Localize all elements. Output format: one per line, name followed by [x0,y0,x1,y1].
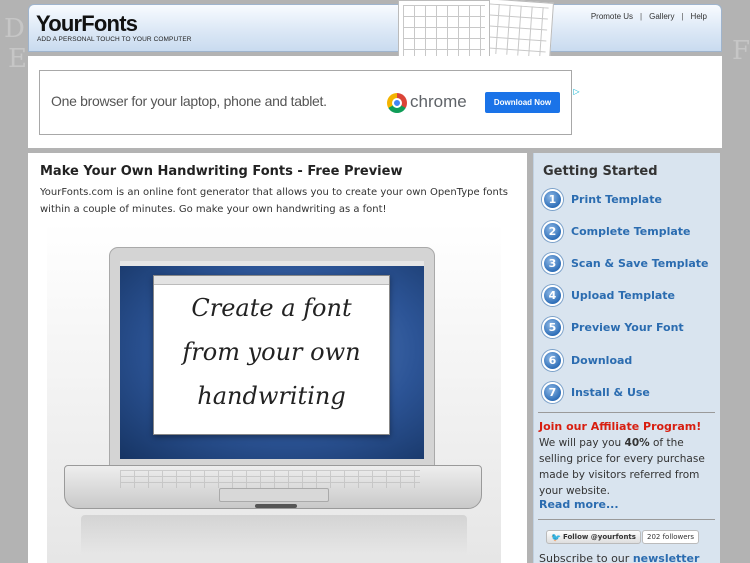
background-decoration: F [732,36,750,66]
step-number-badge: 5 [542,316,563,338]
twitter-bird-icon: 🐦 [551,532,561,542]
nav-separator: | [640,12,643,21]
document-toolbar [154,276,389,285]
laptop-keyboard [120,470,420,488]
sidebar-divider [538,519,715,520]
read-more-link[interactable]: Read more... [539,498,619,511]
handwriting-line: Create a font [191,294,352,322]
download-now-button[interactable]: Download Now [485,92,560,113]
step-link-label[interactable]: Download [571,354,632,367]
step-link-label[interactable]: Complete Template [571,225,691,238]
chrome-ad-banner[interactable]: One browser for your laptop, phone and t… [39,70,580,135]
step-number-badge: 3 [542,252,563,274]
step-install-use[interactable]: 7 Install & Use [542,381,650,403]
background-decoration: E [8,44,27,74]
step-link-label[interactable]: Preview Your Font [571,321,684,334]
affiliate-text: We will pay you [539,437,625,449]
laptop-reflection [81,515,467,555]
laptop-lid: Create a font from your own handwriting [109,247,435,467]
ad-area: One browser for your laptop, phone and t… [28,56,722,148]
main-content: Make Your Own Handwriting Fonts - Free P… [28,153,527,563]
newsletter-link[interactable]: newsletter [633,552,700,563]
step-number-badge: 1 [542,188,563,210]
laptop-illustration: Create a font from your own handwriting [47,223,501,563]
top-navigation: Promote Us | Gallery | Help [591,12,707,21]
laptop-base [64,465,482,509]
follower-count-badge: 202 followers [642,530,700,544]
ad-brand: chrome [410,92,467,111]
sidebar-divider [538,412,715,413]
laptop-trackpad [219,488,329,502]
screen-menubar [120,261,424,266]
nav-link-help[interactable]: Help [691,12,707,21]
newsletter-subscribe: Subscribe to our newsletter [539,552,699,563]
step-scan-save-template[interactable]: 3 Scan & Save Template [542,252,709,274]
page-title: Make Your Own Handwriting Fonts - Free P… [40,164,403,179]
site-tagline: ADD A PERSONAL TOUCH TO YOUR COMPUTER [37,36,192,43]
sidebar: Getting Started 1 Print Template 2 Compl… [533,153,720,563]
site-header: YourFonts ADD A PERSONAL TOUCH TO YOUR C… [28,4,722,52]
laptop-slot [255,504,297,508]
step-link-label[interactable]: Upload Template [571,289,675,302]
step-number-badge: 2 [542,220,563,242]
screen-document: Create a font from your own handwriting [153,275,390,435]
subscribe-text: Subscribe to our [539,552,633,563]
step-number-badge: 4 [542,284,563,306]
laptop-screen: Create a font from your own handwriting [120,261,424,459]
site-logo[interactable]: YourFonts [36,11,138,37]
step-link-label[interactable]: Scan & Save Template [571,257,709,270]
handwriting-line: from your own [182,338,361,366]
template-sheet-image [398,0,490,64]
affiliate-description: We will pay you 40% of the selling price… [539,435,715,499]
ad-text: One browser for your laptop, phone and t… [51,93,327,109]
background-decoration: D [4,14,25,44]
step-complete-template[interactable]: 2 Complete Template [542,220,691,242]
intro-paragraph: YourFonts.com is an online font generato… [40,187,508,215]
nav-link-promote-us[interactable]: Promote Us [591,12,633,21]
step-number-badge: 7 [542,381,563,403]
step-print-template[interactable]: 1 Print Template [542,188,662,210]
nav-link-gallery[interactable]: Gallery [649,12,674,21]
step-download[interactable]: 6 Download [542,349,632,371]
step-link-label[interactable]: Install & Use [571,386,650,399]
adchoices-icon[interactable]: ▷ [571,86,582,97]
chrome-logo-icon [387,93,407,113]
affiliate-percent: 40% [624,437,650,449]
step-preview-font[interactable]: 5 Preview Your Font [542,316,684,338]
twitter-follow-button[interactable]: 🐦 Follow @yourfonts [546,530,641,544]
follow-label: Follow @yourfonts [562,533,636,541]
nav-separator: | [681,12,684,21]
step-link-label[interactable]: Print Template [571,193,662,206]
step-number-badge: 6 [542,349,563,371]
step-upload-template[interactable]: 4 Upload Template [542,284,675,306]
handwriting-line: handwriting [197,382,346,410]
getting-started-heading: Getting Started [543,164,658,179]
affiliate-heading[interactable]: Join our Affiliate Program! [539,420,701,433]
